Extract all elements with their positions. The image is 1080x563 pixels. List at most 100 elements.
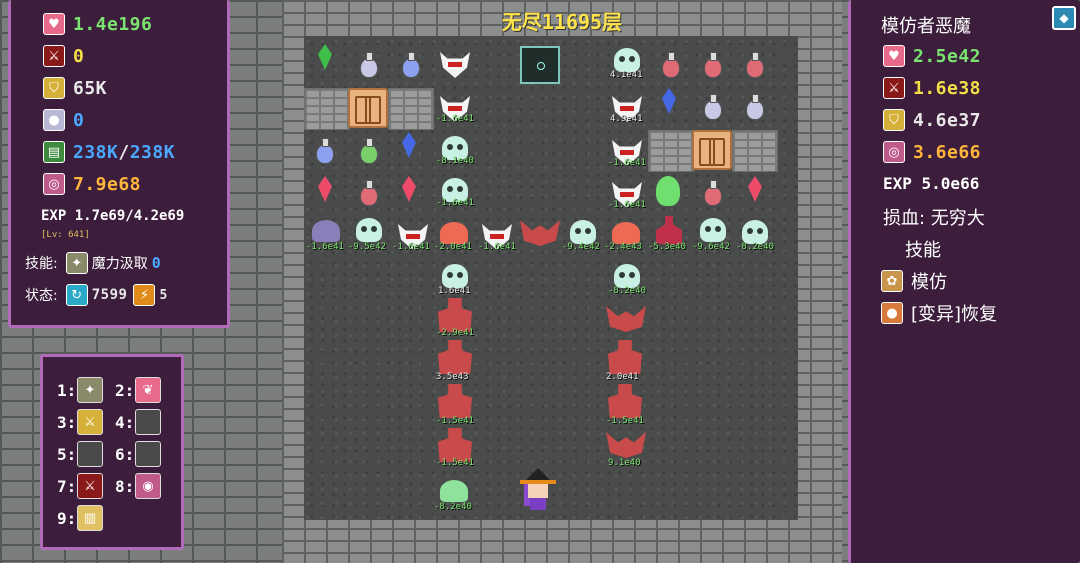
enemy-hp-row: ♥ 2.5e42 [883, 44, 981, 68]
skill-value: 0 [151, 254, 162, 272]
hotkey-5[interactable]: 5: [57, 441, 103, 467]
scroll-icon[interactable]: ▥ [77, 505, 103, 531]
damage-label: -1.5e41 [606, 416, 644, 426]
stone-block [388, 88, 434, 130]
skeleton-enemy[interactable] [742, 220, 768, 244]
magic-drain-icon[interactable]: ✦ [65, 252, 88, 274]
slime-enemy[interactable] [440, 480, 468, 502]
atk-row: ⚔ 0 [43, 44, 84, 68]
damage-label: -1.6e41 [436, 198, 474, 208]
enemy-hp-value: 2.5e42 [913, 45, 982, 67]
hotkey-8[interactable]: 8: ◉ [115, 473, 161, 499]
damage-label: 4.9e41 [610, 114, 643, 124]
floor-title: 无尽11695层 [501, 10, 623, 34]
potion-icon[interactable] [316, 138, 334, 164]
damage-label: -8.2e40 [608, 286, 646, 296]
green-flask-icon[interactable] [656, 176, 680, 206]
damage-label: -1.6e41 [306, 242, 344, 252]
hero-witch[interactable] [518, 468, 558, 512]
potion-icon[interactable] [704, 94, 722, 120]
slime-enemy[interactable] [440, 222, 468, 244]
mp-max-value: 238K [129, 141, 176, 163]
orb-icon: ● [43, 109, 65, 131]
hotkey-6[interactable]: 6: [115, 441, 161, 467]
damage-label: -8.2e40 [736, 242, 774, 252]
heart-icon: ♥ [43, 13, 65, 35]
enemy-gold-value: 3.6e66 [913, 141, 982, 163]
slime-enemy[interactable] [612, 222, 640, 244]
status-value-2: 5 [159, 287, 168, 303]
hotkey-number: 5: [57, 444, 77, 464]
atk-value: 0 [73, 45, 85, 67]
stone-block [304, 88, 350, 130]
sword-shield-icon[interactable]: ⚔ [77, 409, 103, 435]
enemy-damage: 损血: 无穷大 [883, 208, 985, 229]
feather-icon[interactable]: ❦ [135, 377, 161, 403]
stone-block [732, 130, 778, 172]
skill-row: 技能: ✦ 魔力汲取 0 [25, 252, 161, 274]
hotkey-3[interactable]: 3: ⚔ [57, 409, 103, 435]
potion-icon[interactable] [360, 52, 378, 78]
skill-label: 技能: [25, 256, 58, 272]
door-left[interactable] [348, 88, 388, 128]
empty-slot[interactable] [135, 409, 161, 435]
slime-enemy[interactable] [312, 220, 340, 242]
potion-icon[interactable] [402, 52, 420, 78]
sword-icon: ⚔ [43, 45, 65, 67]
empty-slot[interactable] [135, 441, 161, 467]
skeleton-enemy[interactable] [614, 48, 640, 72]
gold-value: 7.9e68 [73, 173, 142, 195]
shield-icon: ⛉ [43, 77, 65, 99]
skeleton-enemy[interactable] [442, 264, 468, 288]
damage-label: -1.5e41 [436, 416, 474, 426]
hotkey-1[interactable]: 1: ✦ [57, 377, 103, 403]
damage-label: -5.3e40 [648, 242, 686, 252]
potion-icon[interactable] [360, 180, 378, 206]
hotkey-9[interactable]: 9: ▥ [57, 505, 103, 531]
def-value: 65K [73, 77, 108, 99]
hp-row: ♥ 1.4e196 [43, 12, 152, 36]
potion-icon[interactable] [360, 138, 378, 164]
empty-slot[interactable] [77, 441, 103, 467]
skill-name: 魔力汲取 [91, 256, 148, 272]
door-right[interactable] [692, 130, 732, 170]
damage-label: -1.6e41 [608, 158, 646, 168]
exp-text: EXP 1.7e69/4.2e69 [41, 208, 185, 224]
skeleton-enemy[interactable] [356, 218, 382, 242]
sword-icon[interactable]: ⚔ [77, 473, 103, 499]
skeleton-enemy[interactable] [700, 218, 726, 242]
hotkey-2[interactable]: 2: ❦ [115, 377, 161, 403]
potion-icon[interactable] [704, 180, 722, 206]
octopus-icon: ✿ [881, 270, 903, 292]
enemy-name: 模仿者恶魔 [881, 16, 971, 37]
hotkey-number: 4: [115, 412, 135, 432]
damage-label: -8.1e40 [436, 156, 474, 166]
damage-label: -2.9e41 [436, 328, 474, 338]
damage-label: 4.1e41 [610, 70, 643, 80]
eye-icon[interactable]: ◉ [135, 473, 161, 499]
potion-icon[interactable] [746, 52, 764, 78]
enemy-def-value: 4.6e37 [913, 109, 982, 131]
level-text: [Lv: 641] [41, 230, 90, 240]
stairs-icon[interactable] [520, 46, 560, 84]
skeleton-enemy[interactable] [614, 264, 640, 288]
refresh-icon: ↻ [65, 284, 88, 306]
enemy-atk-value: 1.6e38 [913, 77, 982, 99]
potion-icon[interactable] [746, 94, 764, 120]
hotkey-number: 1: [57, 380, 77, 400]
skeleton-enemy[interactable] [570, 220, 596, 244]
potion-icon[interactable] [662, 52, 680, 78]
game-map[interactable]: 无尽11695层 4.1e41 -1.6e41 4.9e41 -8.1e40 -… [282, 0, 842, 563]
gold-row: ◎ 7.9e68 [43, 172, 141, 196]
magic-drain-icon[interactable]: ✦ [77, 377, 103, 403]
mdef-row: ● 0 [43, 108, 84, 132]
enemy-skill-2-name: [变异]恢复 [911, 304, 998, 325]
hotkey-number: 9: [57, 508, 77, 528]
potion-icon[interactable] [704, 52, 722, 78]
hotkey-4[interactable]: 4: [115, 409, 161, 435]
eraser-icon[interactable]: ◆ [1052, 6, 1076, 30]
hotkey-7[interactable]: 7: ⚔ [57, 473, 103, 499]
sword-icon: ⚔ [883, 77, 905, 99]
damage-label: 2.0e41 [606, 372, 639, 382]
enemy-skill-1: ✿ 模仿 [881, 268, 947, 294]
